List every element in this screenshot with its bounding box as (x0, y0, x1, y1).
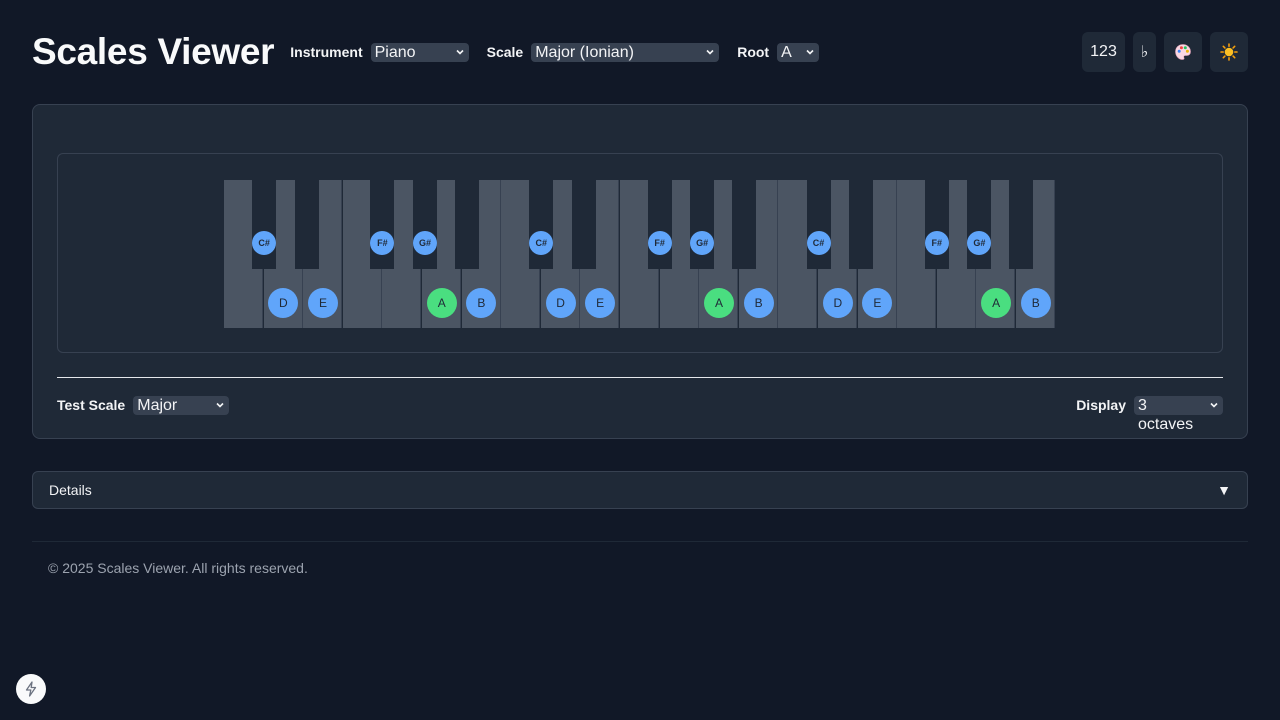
chevron-down-icon (806, 49, 814, 55)
piano-black-key[interactable] (1009, 180, 1033, 269)
test-scale-control: Test Scale Major (57, 395, 230, 415)
test-scale-select[interactable]: Major (133, 395, 230, 415)
piano-black-key[interactable] (924, 180, 949, 269)
sun-icon (1220, 43, 1238, 61)
piano-black-key[interactable] (806, 180, 831, 269)
color-palette-button[interactable] (1164, 32, 1202, 72)
chevron-down-icon (456, 49, 464, 55)
root-control: Root A (737, 42, 820, 62)
note-numbers-label: 123 (1090, 43, 1117, 60)
note-marker: F# (647, 231, 672, 255)
instrument-select-value: Piano (374, 43, 416, 61)
test-scale-label: Test Scale (57, 397, 126, 413)
app-header: Scales Viewer Instrument Piano Scale Maj… (32, 30, 1248, 74)
details-label: Details (49, 482, 92, 498)
instrument-control: Instrument Piano (290, 42, 469, 62)
display-select[interactable]: 3 octaves (1134, 395, 1223, 433)
note-marker: D (545, 288, 576, 318)
piano-keyboard: D E A B C# F# G# D E A B C# F# G# D E A B C# F# G# (224, 180, 1056, 328)
note-marker: E (585, 288, 616, 318)
piano-black-key[interactable] (571, 180, 596, 269)
piano-black-key[interactable] (370, 180, 395, 269)
scale-control: Scale Major (Ionian) (486, 42, 720, 62)
note-marker: G# (413, 231, 437, 255)
bolt-icon (25, 681, 37, 697)
piano-black-key[interactable] (529, 180, 554, 269)
flat-label: ♭ (1140, 44, 1149, 61)
note-numbers-button[interactable]: 123 (1082, 32, 1125, 72)
note-marker: D (822, 288, 853, 318)
scale-select[interactable]: Major (Ionian) (531, 42, 720, 62)
test-scale-select-value: Major (137, 396, 178, 414)
note-marker: C# (252, 231, 277, 255)
root-select[interactable]: A (777, 42, 820, 62)
note-marker: B (1020, 288, 1051, 318)
piano-black-key[interactable] (647, 180, 672, 269)
app-title: Scales Viewer (32, 31, 275, 72)
theme-toggle-button[interactable] (1210, 32, 1248, 72)
piano-black-key[interactable] (849, 180, 874, 269)
scale-select-value: Major (Ionian) (535, 43, 634, 61)
note-marker: G# (690, 231, 715, 255)
piano-black-key[interactable] (252, 180, 277, 269)
display-control: Display 3 octaves (1076, 395, 1223, 433)
chevron-down-icon (706, 49, 714, 55)
root-select-value: A (781, 43, 792, 61)
display-label: Display (1076, 397, 1126, 413)
display-select-value: 3 octaves (1138, 396, 1194, 433)
accidentals-toggle-button[interactable]: ♭ (1133, 32, 1156, 72)
chevron-down-icon (1210, 402, 1218, 408)
piano-black-key[interactable] (294, 180, 319, 269)
caret-down-icon: ▼ (1217, 482, 1231, 498)
piano-black-key[interactable] (413, 180, 437, 269)
note-marker: E (308, 288, 338, 318)
chevron-down-icon (216, 402, 224, 408)
instrument-select[interactable]: Piano (370, 42, 469, 62)
bolt-button[interactable] (16, 674, 46, 704)
bottom-controls: Test Scale Major Display 3 octaves (57, 395, 1223, 433)
scale-label: Scale (486, 44, 524, 60)
piano-black-key[interactable] (731, 180, 756, 269)
footer-divider (32, 541, 1248, 542)
toolbar: 123 ♭ (1082, 32, 1248, 72)
details-toggle[interactable]: Details ▼ (32, 471, 1248, 509)
note-marker: A (426, 288, 457, 318)
footer-copyright: © 2025 Scales Viewer. All rights reserve… (48, 560, 308, 576)
divider (57, 377, 1223, 378)
note-marker: F# (924, 231, 949, 255)
instrument-label: Instrument (290, 44, 363, 60)
scale-viewer-card: D E A B C# F# G# D E A B C# F# G# D E A B C# F# G# Test Scal… (32, 104, 1248, 439)
piano-black-key[interactable] (690, 180, 715, 269)
piano-black-key[interactable] (454, 180, 479, 269)
note-marker: A (704, 288, 734, 318)
note-marker: A (981, 288, 1012, 318)
note-marker: B (743, 288, 774, 318)
palette-icon (1175, 44, 1191, 60)
root-label: Root (737, 44, 770, 60)
piano-black-key[interactable] (967, 180, 992, 269)
note-marker: C# (806, 231, 831, 255)
